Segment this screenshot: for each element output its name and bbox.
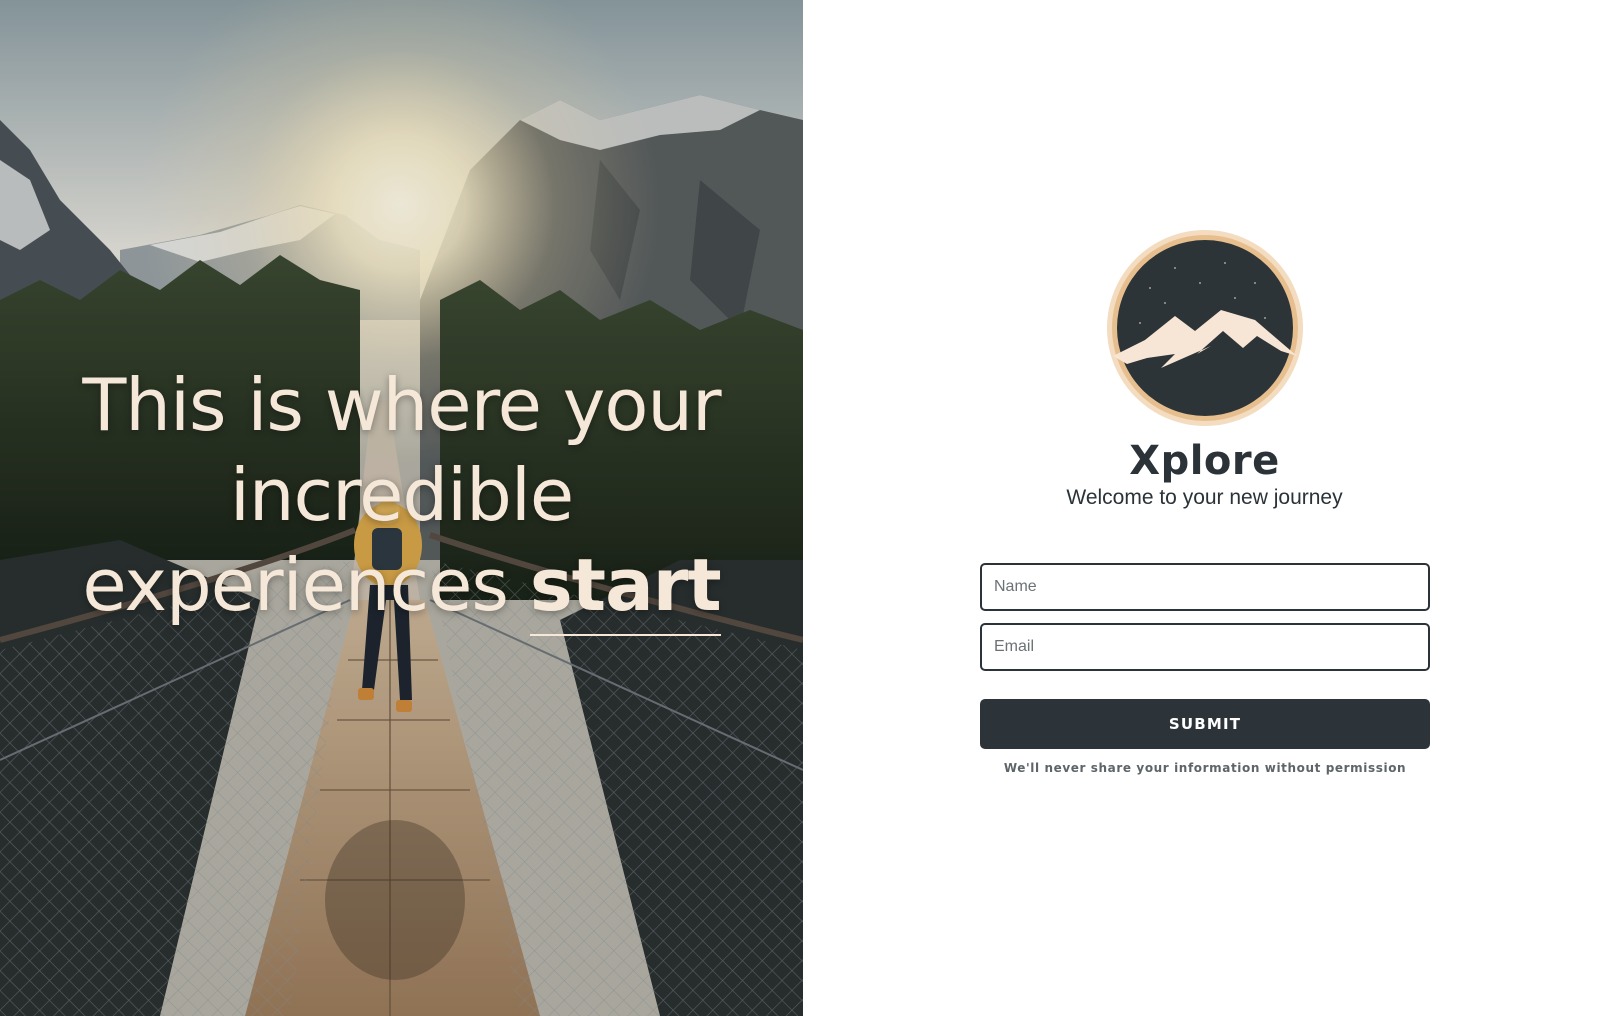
submit-button[interactable]: SUBMIT xyxy=(980,699,1430,749)
mountain-logo-icon xyxy=(1106,230,1303,426)
hero-panel: This is where your incredible experience… xyxy=(0,0,803,1016)
privacy-note: We'll never share your information witho… xyxy=(1003,761,1407,775)
email-input[interactable] xyxy=(980,623,1430,671)
hero-headline-emphasis: start xyxy=(529,540,722,636)
name-input[interactable] xyxy=(980,563,1430,611)
hero-headline-line-2: incredible xyxy=(229,453,574,537)
brand-block: Xplore Welcome to your new journey xyxy=(803,228,1606,510)
hero-headline-experiences: experiences xyxy=(82,543,509,627)
brand-name: Xplore xyxy=(1129,438,1280,484)
signup-form: SUBMIT We'll never share your informatio… xyxy=(980,563,1430,775)
brand-tagline: Welcome to your new journey xyxy=(1066,486,1343,509)
signup-panel: Xplore Welcome to your new journey SUBMI… xyxy=(803,0,1606,1016)
hero-headline: This is where your incredible experience… xyxy=(60,360,743,636)
hero-headline-line-1: This is where your xyxy=(82,363,721,447)
hero-headline-line-3: experiences start xyxy=(60,540,743,636)
